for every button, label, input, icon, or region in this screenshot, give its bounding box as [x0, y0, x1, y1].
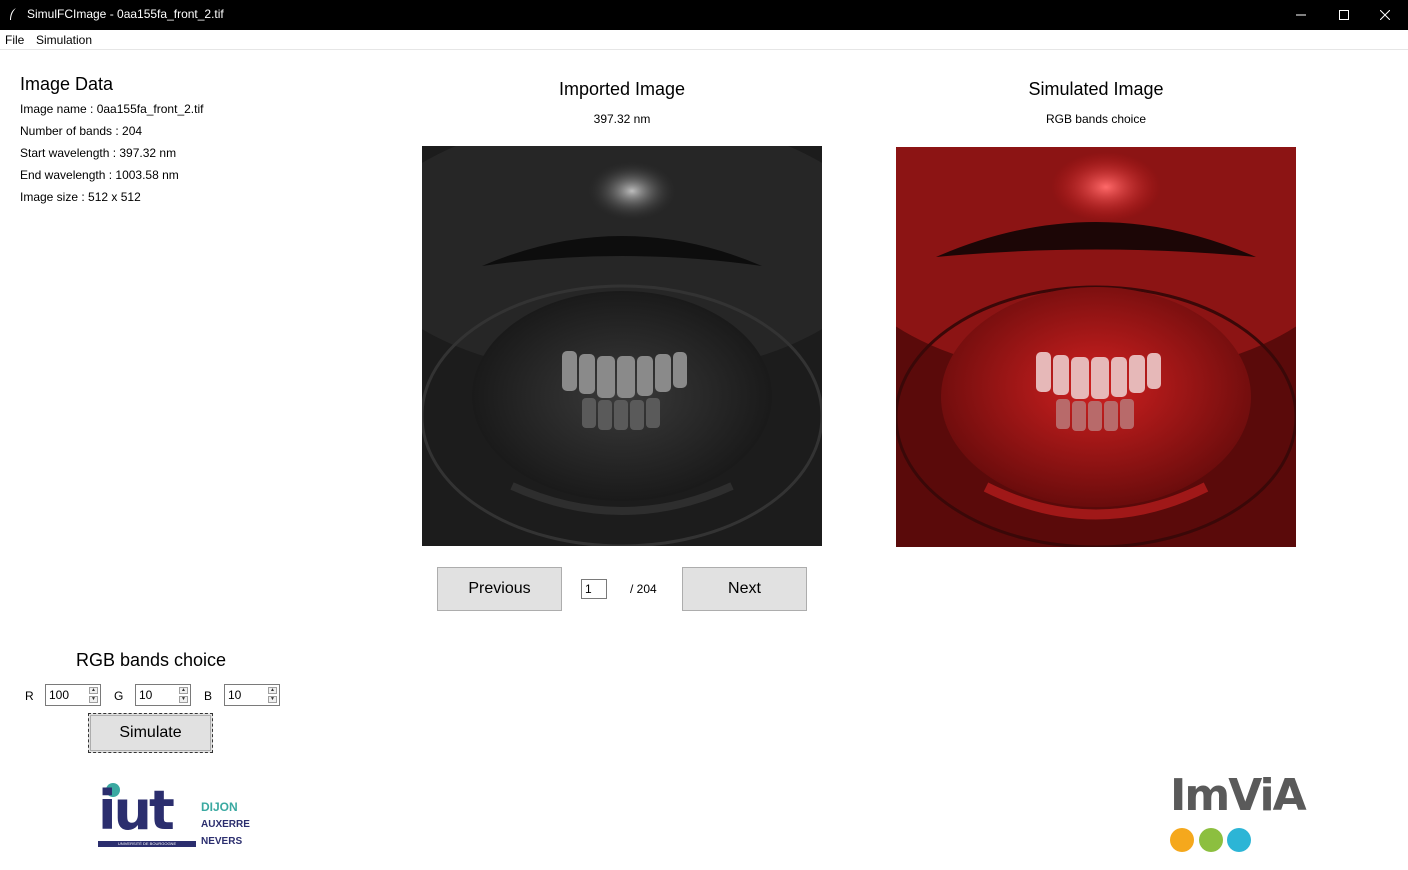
imvia-blue-dot-icon: [1227, 828, 1251, 852]
imported-mouth-image: [422, 146, 822, 546]
minimize-button[interactable]: [1278, 0, 1324, 30]
b-label: B: [204, 689, 213, 703]
title-bar: SimulFCImage - 0aa155fa_front_2.tif: [0, 0, 1408, 30]
band-total-label: / 204: [630, 582, 657, 596]
previous-button[interactable]: Previous: [437, 567, 562, 611]
maximize-button[interactable]: [1321, 0, 1367, 30]
g-band-spinbox[interactable]: 10 ▲ ▼: [135, 684, 191, 706]
iut-city-dijon: DIJON: [201, 800, 238, 814]
g-label: G: [114, 689, 124, 703]
iut-wordmark: iut: [98, 779, 175, 842]
rgb-bands-heading: RGB bands choice: [75, 650, 227, 670]
band-index-input[interactable]: 1: [581, 579, 607, 599]
image-size-info: Image size : 512 x 512: [20, 190, 141, 204]
spin-up-icon[interactable]: ▲: [179, 687, 188, 694]
b-band-spinbox[interactable]: 10 ▲ ▼: [224, 684, 280, 706]
menu-simulation[interactable]: Simulation: [36, 33, 92, 47]
imvia-green-dot-icon: [1199, 828, 1223, 852]
iut-city-nevers: NEVERS: [201, 836, 243, 847]
simulated-image-subtitle: RGB bands choice: [1045, 112, 1147, 126]
app-feather-icon: [10, 8, 16, 20]
end-wavelength-info: End wavelength : 1003.58 nm: [20, 168, 179, 182]
iut-university-band: UNIVERSITÉ DE BOURGOGNE: [98, 841, 196, 847]
next-button[interactable]: Next: [682, 567, 807, 611]
g-band-value: 10: [139, 688, 153, 702]
close-button[interactable]: [1362, 0, 1408, 30]
imvia-orange-dot-icon: [1170, 828, 1194, 852]
r-label: R: [25, 689, 34, 703]
minimize-icon: [1296, 14, 1306, 16]
simulate-button[interactable]: Simulate: [88, 713, 213, 753]
spin-up-icon[interactable]: ▲: [89, 687, 98, 694]
iut-city-auxerre: AUXERRE: [201, 819, 250, 830]
spin-down-icon[interactable]: ▼: [179, 696, 188, 703]
r-band-value: 100: [49, 688, 70, 702]
number-of-bands-info: Number of bands : 204: [20, 124, 143, 138]
menu-bar: File Simulation: [0, 30, 1408, 50]
r-band-spinbox[interactable]: 100 ▲ ▼: [45, 684, 101, 706]
imported-image-title: Imported Image: [558, 79, 686, 99]
spin-up-icon[interactable]: ▲: [268, 687, 277, 694]
menu-file[interactable]: File: [5, 33, 24, 47]
iut-logo: iut UNIVERSITÉ DE BOURGOGNE DIJON AUXERR…: [98, 780, 258, 852]
maximize-icon: [1339, 10, 1349, 20]
spin-down-icon[interactable]: ▼: [89, 696, 98, 703]
imported-image-view: [422, 146, 822, 546]
imvia-logo: ImViA: [1168, 770, 1308, 855]
simulated-mouth-image: [896, 147, 1296, 547]
close-icon: [1380, 10, 1390, 20]
spin-down-icon[interactable]: ▼: [268, 696, 277, 703]
window-title: SimulFCImage - 0aa155fa_front_2.tif: [27, 7, 224, 21]
imported-image-wavelength: 397.32 nm: [593, 112, 651, 126]
image-data-heading: Image Data: [20, 74, 114, 94]
b-band-value: 10: [228, 688, 242, 702]
simulated-image-title: Simulated Image: [1028, 79, 1164, 99]
start-wavelength-info: Start wavelength : 397.32 nm: [20, 146, 177, 160]
image-name-info: Image name : 0aa155fa_front_2.tif: [20, 102, 204, 116]
simulated-image-view: [896, 147, 1296, 547]
imvia-wordmark: ImViA: [1170, 770, 1307, 821]
